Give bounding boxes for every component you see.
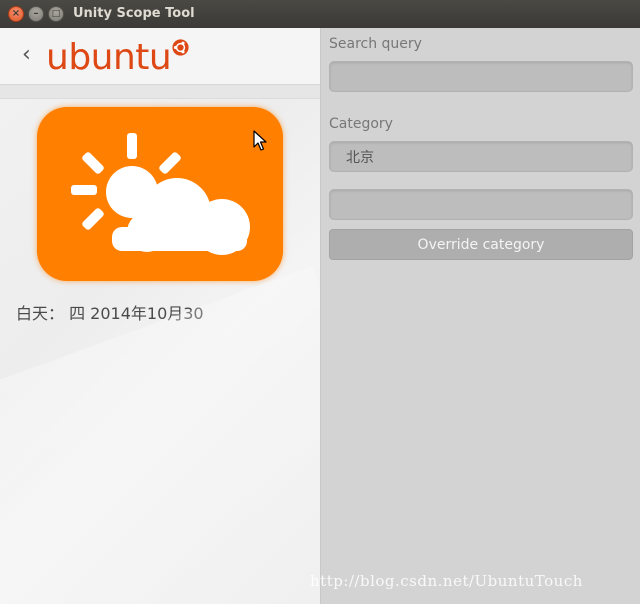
header-divider [0, 85, 320, 99]
override-value-input[interactable] [329, 189, 633, 220]
category-label: Category [329, 116, 393, 132]
window-minimize-button[interactable]: – [28, 6, 44, 22]
window-close-button[interactable]: × [8, 6, 24, 22]
mouse-pointer-icon [253, 130, 267, 151]
close-icon: × [11, 8, 21, 19]
query-form-pane: Search query Category 北京 Override catego… [320, 28, 640, 604]
watermark-text: http://blog.csdn.net/UbuntuTouch [310, 572, 583, 590]
scope-header: ‹ ubuntu [0, 28, 320, 85]
window-maximize-button[interactable]: □ [48, 6, 64, 22]
back-chevron-icon[interactable]: ‹ [22, 44, 36, 66]
category-input[interactable]: 北京 [329, 141, 633, 172]
minimize-icon: – [33, 8, 39, 19]
scope-preview-pane: ‹ ubuntu 白天： 四 2014年10月30 [0, 28, 320, 604]
search-query-label: Search query [329, 36, 422, 52]
maximize-icon: □ [51, 8, 61, 19]
window-title: Unity Scope Tool [73, 6, 195, 21]
override-category-button[interactable]: Override category [329, 229, 633, 260]
weather-partly-sunny-icon [71, 133, 250, 255]
weather-result-tile[interactable] [37, 107, 283, 281]
window-titlebar: × – □ Unity Scope Tool [0, 0, 640, 28]
search-query-input[interactable] [329, 61, 633, 92]
ubuntu-logo-text: ubuntu [46, 37, 172, 78]
weather-day-label: 白天： 四 2014年10月30 [16, 304, 204, 323]
ubuntu-circle-of-friends-icon [172, 39, 189, 56]
